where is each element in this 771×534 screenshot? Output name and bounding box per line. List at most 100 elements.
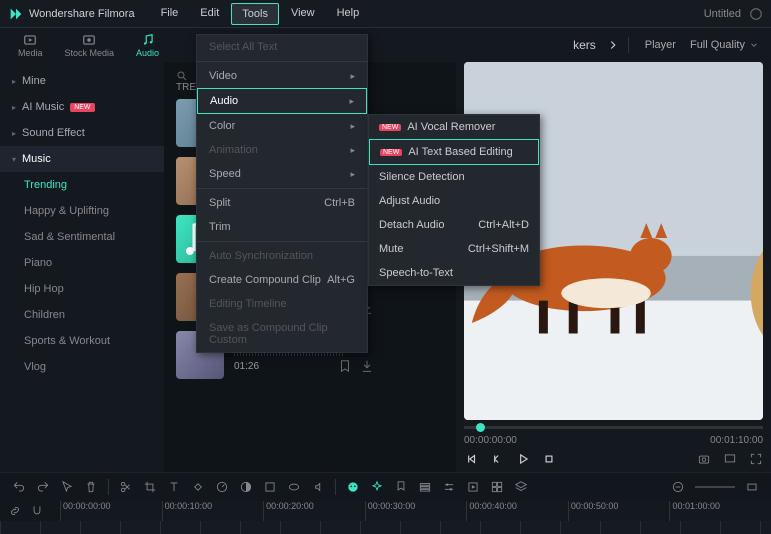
keyframe-icon[interactable] — [191, 480, 205, 494]
sidebar-sub-sports[interactable]: Sports & Workout — [0, 328, 164, 354]
sidebar-item-ai-music[interactable]: ▸AI MusicNEW — [0, 94, 164, 120]
chevron-right-icon: ▸ — [12, 129, 16, 138]
tab-stock-media[interactable]: Stock Media — [59, 31, 121, 60]
submenu-speech-to-text[interactable]: Speech-to-Text — [369, 261, 539, 285]
sidebar-item-mine[interactable]: ▸Mine — [0, 68, 164, 94]
track-icon[interactable] — [418, 480, 432, 494]
stop-icon[interactable] — [542, 452, 556, 466]
library-toolbar: Media Stock Media Audio kers Player Full… — [0, 28, 771, 62]
render-icon[interactable] — [466, 480, 480, 494]
undo-icon[interactable] — [12, 480, 26, 494]
menu-select-all-text: Select All Text — [197, 35, 367, 59]
menu-color[interactable]: Color▸ — [197, 114, 367, 138]
timeline-track[interactable] — [0, 521, 771, 534]
crop-icon[interactable] — [143, 480, 157, 494]
pointer-icon[interactable] — [60, 480, 74, 494]
menu-edit[interactable]: Edit — [190, 3, 229, 25]
menu-save-compound: Save as Compound Clip Custom — [197, 316, 367, 352]
sidebar-sub-sad[interactable]: Sad & Sentimental — [0, 224, 164, 250]
speed-icon[interactable] — [215, 480, 229, 494]
time-total: 00:01:10:00 — [710, 435, 763, 446]
project-title[interactable]: Untitled — [704, 8, 741, 20]
grid-icon[interactable] — [490, 480, 504, 494]
ai-chat-icon[interactable] — [346, 480, 360, 494]
submenu-detach-audio[interactable]: Detach AudioCtrl+Alt+D — [369, 213, 539, 237]
sidebar-sub-hiphop[interactable]: Hip Hop — [0, 276, 164, 302]
header-right: Untitled — [704, 7, 763, 21]
sidebar-sub-vlog[interactable]: Vlog — [0, 354, 164, 380]
chevron-right-icon: ▸ — [350, 169, 355, 180]
mask-icon[interactable] — [287, 480, 301, 494]
snapshot-icon[interactable] — [697, 452, 711, 466]
layers-icon[interactable] — [514, 480, 528, 494]
text-icon[interactable] — [167, 480, 181, 494]
player-label: Player — [645, 39, 676, 51]
menu-label: Silence Detection — [379, 171, 529, 183]
menu-trim[interactable]: Trim — [197, 215, 367, 239]
link-icon[interactable] — [8, 504, 22, 518]
tab-audio[interactable]: Audio — [130, 31, 165, 60]
quality-select[interactable]: Full Quality — [690, 39, 759, 51]
sidebar-item-sound-effect[interactable]: ▸Sound Effect — [0, 120, 164, 146]
submenu-text-based-editing[interactable]: NEWAI Text Based Editing — [369, 139, 539, 165]
bookmark-icon[interactable] — [338, 359, 352, 373]
menu-speed[interactable]: Speed▸ — [197, 162, 367, 186]
submenu-vocal-remover[interactable]: NEWAI Vocal Remover — [369, 115, 539, 139]
chevron-right-icon[interactable] — [606, 38, 620, 52]
color-icon[interactable] — [239, 480, 253, 494]
zoom-slider[interactable] — [695, 486, 735, 488]
snap-icon[interactable] — [30, 504, 44, 518]
menu-label: Video — [209, 70, 237, 82]
menu-compound[interactable]: Create Compound ClipAlt+G — [197, 268, 367, 292]
filmora-logo-icon — [8, 6, 24, 22]
sidebar-sub-trending[interactable]: Trending — [0, 172, 164, 198]
menu-help[interactable]: Help — [327, 3, 370, 25]
ai-sparkle-icon[interactable] — [370, 480, 384, 494]
cloud-icon[interactable] — [749, 7, 763, 21]
fullscreen-icon[interactable] — [749, 452, 763, 466]
delete-icon[interactable] — [84, 480, 98, 494]
effects-icon[interactable] — [263, 480, 277, 494]
submenu-mute[interactable]: MuteCtrl+Shift+M — [369, 237, 539, 261]
play-icon[interactable] — [516, 452, 530, 466]
adjust-icon[interactable] — [442, 480, 456, 494]
sidebar-item-music[interactable]: ▾Music — [0, 146, 164, 172]
marker-icon[interactable] — [394, 480, 408, 494]
step-back-icon[interactable] — [490, 452, 504, 466]
split-icon[interactable] — [119, 480, 133, 494]
tab-media[interactable]: Media — [12, 31, 49, 60]
submenu-adjust-audio[interactable]: Adjust Audio — [369, 189, 539, 213]
menu-label: Detach Audio — [379, 219, 472, 231]
main-area: ▸Mine ▸AI MusicNEW ▸Sound Effect ▾Music … — [0, 62, 771, 472]
audio-tool-icon[interactable] — [311, 480, 325, 494]
timeline-ruler[interactable]: 00:00:00:00 00:00:10:00 00:00:20:00 00:0… — [60, 501, 771, 521]
menu-view[interactable]: View — [281, 3, 325, 25]
zoom-out-icon[interactable] — [671, 480, 685, 494]
divider — [628, 37, 629, 53]
menu-animation: Animation▸ — [197, 138, 367, 162]
sidebar-sub-happy[interactable]: Happy & Uplifting — [0, 198, 164, 224]
redo-icon[interactable] — [36, 480, 50, 494]
player-seek-slider[interactable] — [464, 426, 763, 429]
slider-thumb[interactable] — [476, 423, 485, 432]
download-icon[interactable] — [360, 359, 374, 373]
menu-file[interactable]: File — [151, 3, 189, 25]
menu-tools[interactable]: Tools — [231, 3, 279, 25]
app-header: Wondershare Filmora File Edit Tools View… — [0, 0, 771, 28]
menu-video[interactable]: Video▸ — [197, 64, 367, 88]
sidebar-sub-piano[interactable]: Piano — [0, 250, 164, 276]
display-icon[interactable] — [723, 452, 737, 466]
separator — [197, 241, 367, 242]
sidebar-sub-children[interactable]: Children — [0, 302, 164, 328]
shortcut: Ctrl+Shift+M — [468, 243, 529, 255]
audio-submenu: NEWAI Vocal Remover NEWAI Text Based Edi… — [368, 114, 540, 286]
menu-split[interactable]: SplitCtrl+B — [197, 191, 367, 215]
chevron-down-icon: ▾ — [12, 155, 16, 164]
menu-audio[interactable]: Audio▸ — [197, 88, 367, 114]
divider — [108, 479, 109, 495]
menu-label: Adjust Audio — [379, 195, 529, 207]
zoom-fit-icon[interactable] — [745, 480, 759, 494]
submenu-silence-detection[interactable]: Silence Detection — [369, 165, 539, 189]
new-badge: NEW — [380, 149, 402, 156]
prev-icon[interactable] — [464, 452, 478, 466]
